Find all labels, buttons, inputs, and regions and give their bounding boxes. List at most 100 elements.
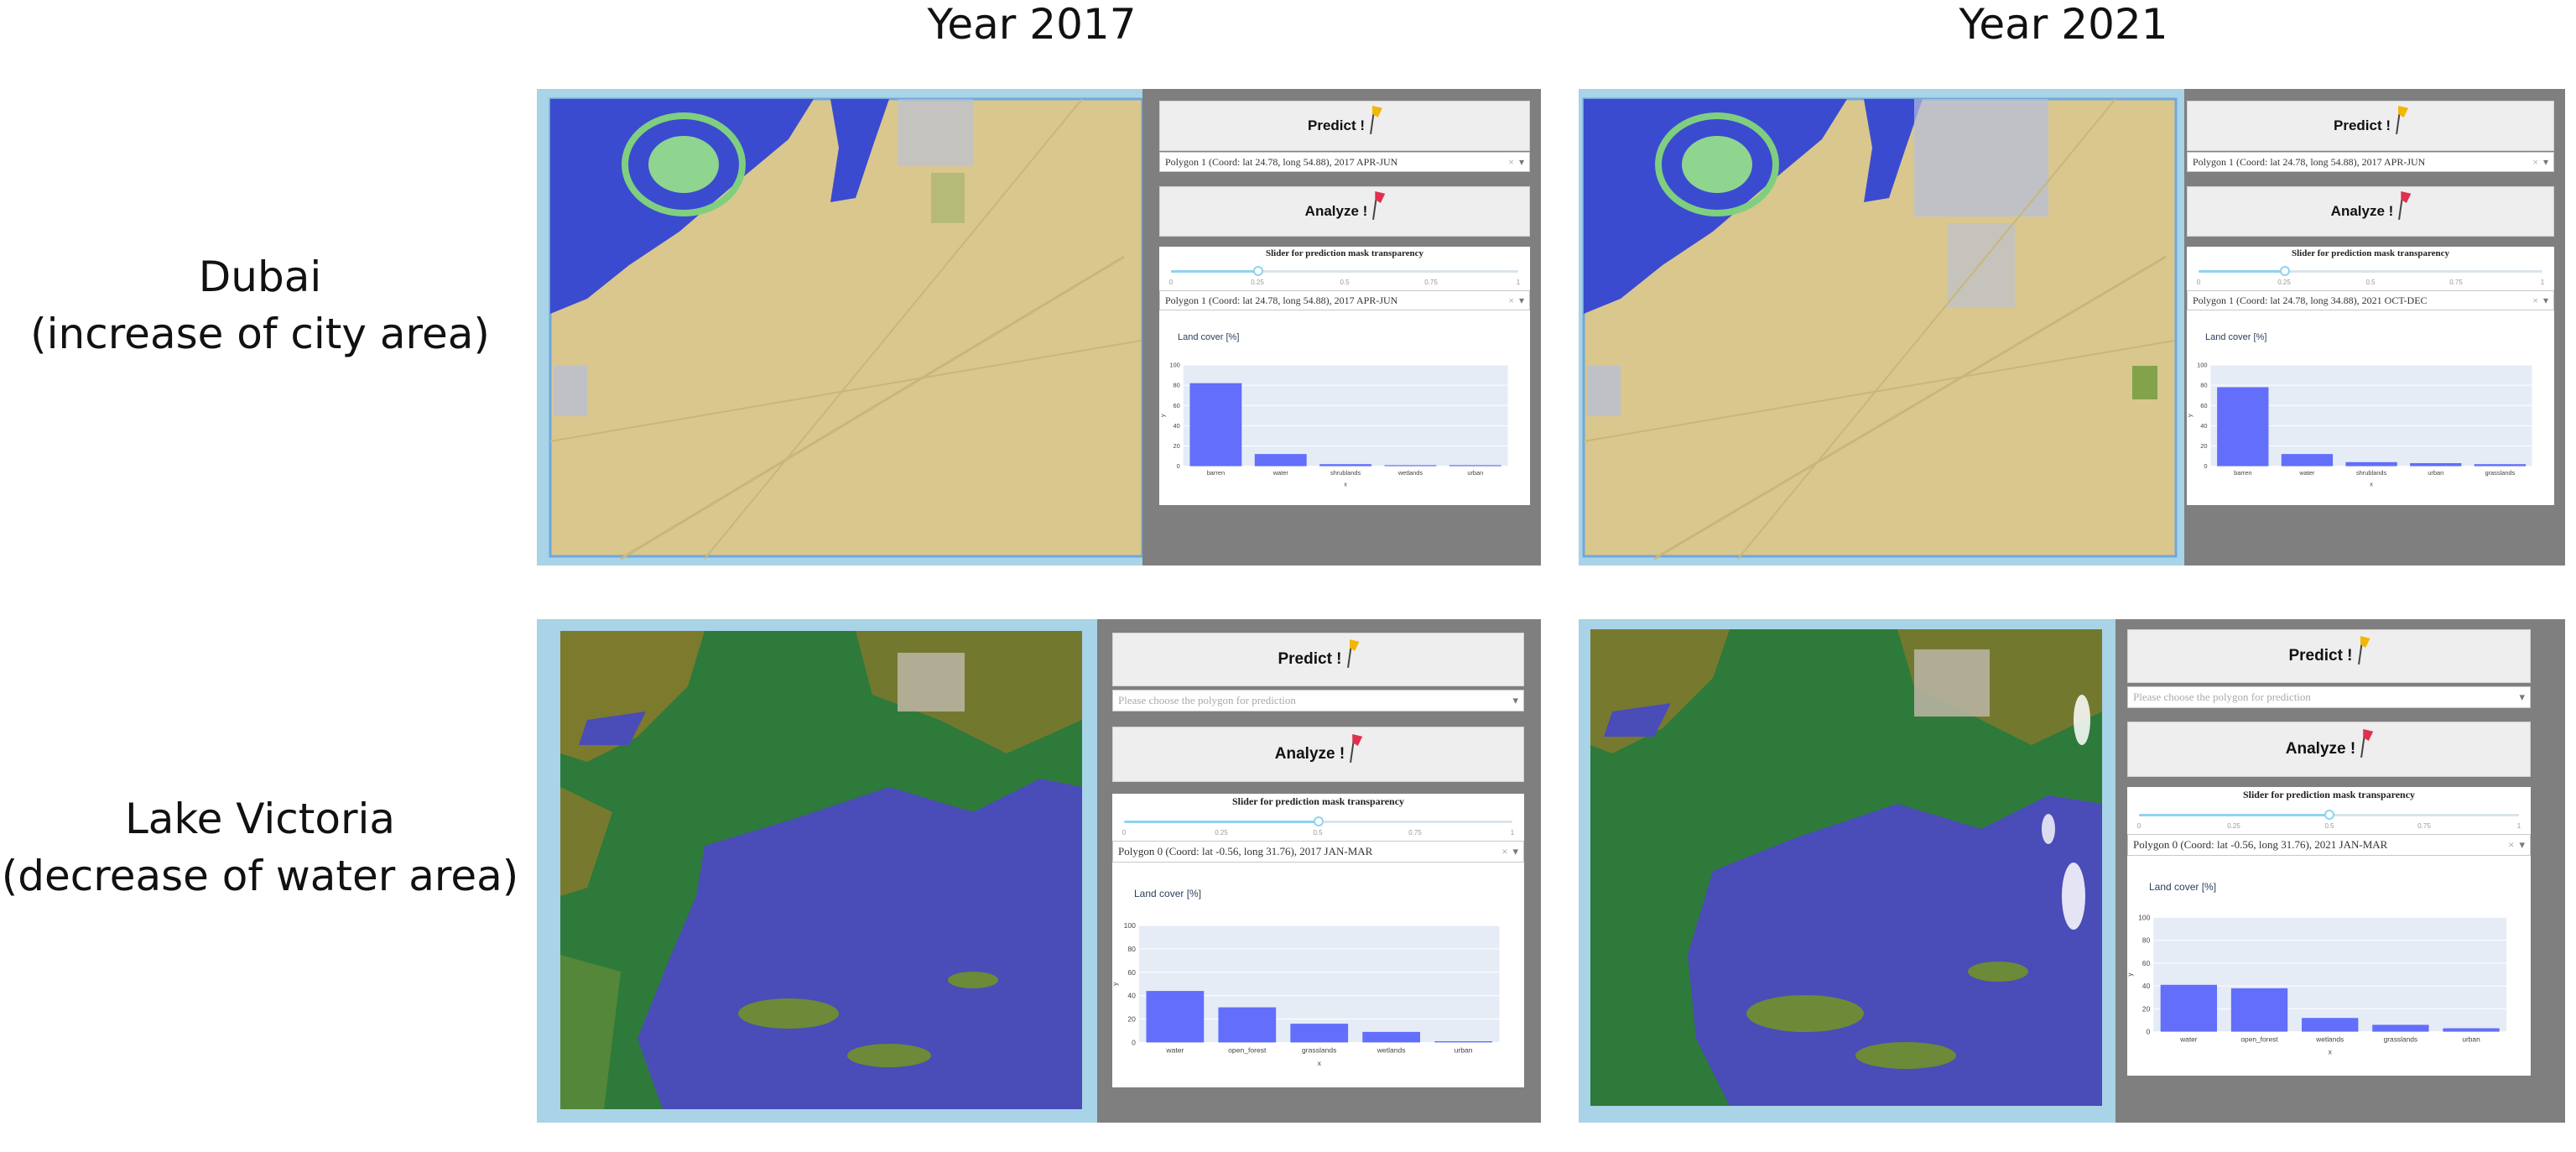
analysis-polygon-dropdown[interactable]: Polygon 1 (Coord: lat 24.78, long 54.88)… [1159,290,1530,310]
chevron-down-icon[interactable]: ▾ [1512,845,1518,858]
predict-button[interactable]: Predict ! [1159,101,1530,151]
slider-fill [1171,270,1258,273]
transparency-slider-block: Slider for prediction mask transparency … [1112,794,1524,841]
clear-icon[interactable]: × [2532,295,2538,307]
bar-grasslands [1290,1024,1349,1043]
chevron-down-icon[interactable]: ▾ [2543,156,2548,169]
y-tick-label: 40 [1127,992,1136,1000]
polygon-select-dropdown[interactable]: Polygon 1 (Coord: lat 24.78, long 54.88)… [2187,152,2554,172]
bar-water [1254,454,1307,467]
land-cover-chart: Land cover [%] 0 20 40 60 80 100 barren water sh… [1159,310,1530,505]
bar-wetlands [1362,1031,1421,1043]
polygon-select-value: Polygon 1 (Coord: lat 24.78, long 54.88)… [1165,155,1398,168]
clear-icon[interactable]: × [1508,156,1514,169]
y-tick-label: 100 [2197,362,2207,369]
clear-icon[interactable]: × [2508,838,2514,852]
satellite-map-victoria-2017[interactable] [537,619,1097,1123]
chart-svg: 0 20 40 60 80 100 water open_forest grasslands we… [1112,921,1500,1067]
slider-track[interactable] [1171,266,1518,276]
row-label-dubai-subtitle: (increase of city area) [30,310,490,358]
analyze-button[interactable]: Analyze ! [2127,722,2531,777]
slider-tick: 1 [1516,279,1521,286]
analysis-polygon-dropdown[interactable]: Polygon 0 (Coord: lat -0.56, long 31.76)… [1112,841,1524,863]
analyze-button[interactable]: Analyze ! [2187,186,2554,237]
clear-icon[interactable]: × [1501,845,1507,858]
slider-tick: 1 [1510,829,1515,837]
bar-open_forest [1218,1007,1277,1043]
slider-tick: 0.75 [1408,829,1422,837]
x-tick-label: water [2298,469,2315,477]
x-tick-label: urban [2428,469,2443,477]
x-tick-label: shrublands [1330,469,1361,477]
x-tick-label: water [1272,469,1289,477]
bar-urban [2410,462,2462,467]
slider-tick: 0.25 [2277,279,2291,286]
analysis-polygon-dropdown[interactable]: Polygon 1 (Coord: lat 24.78, long 34.88)… [2187,290,2554,310]
bar-shrublands [1319,464,1372,467]
y-axis-label: y [2187,414,2194,417]
chevron-down-icon[interactable]: ▾ [2543,295,2548,307]
bar-urban [1449,465,1501,467]
transparency-slider-block: Slider for prediction mask transparency … [2127,787,2531,834]
satellite-map-victoria-2021[interactable] [1579,619,2115,1123]
bar-grasslands [2474,464,2527,467]
chevron-down-icon[interactable]: ▾ [1519,295,1524,307]
y-tick-label: 20 [1173,442,1179,450]
slider-handle[interactable] [2279,266,2290,276]
slider-tick: 0 [1168,279,1174,286]
slider-tick: 1 [2540,279,2545,286]
row-label-victoria-subtitle: (decrease of water area) [1,852,519,900]
column-title-2017: Year 2017 [927,0,1137,49]
app-panel-victoria-2021: Predict ! Please choose the polygon for … [1579,619,2565,1123]
chevron-down-icon[interactable]: ▾ [1519,156,1524,169]
y-tick-label: 20 [2142,1004,2151,1013]
slider-handle[interactable] [2324,810,2334,820]
slider-track[interactable] [2199,266,2542,276]
slider-handle[interactable] [1313,816,1324,826]
polygon-select-dropdown[interactable]: Please choose the polygon for prediction… [1112,690,1524,712]
analysis-polygon-dropdown[interactable]: Polygon 0 (Coord: lat -0.56, long 31.76)… [2127,834,2531,856]
clear-icon[interactable]: × [1508,295,1514,307]
polygon-select-placeholder: Please choose the polygon for prediction [2133,691,2311,703]
predict-button-label: Predict ! [1307,117,1366,133]
slider-title: Slider for prediction mask transparency [1265,248,1424,258]
chevron-down-icon[interactable]: ▾ [2519,838,2525,852]
row-label-dubai-name: Dubai [198,253,322,301]
x-tick-label: grasslands [2384,1035,2418,1043]
analysis-polygon-value: Polygon 0 (Coord: lat -0.56, long 31.76)… [1118,845,1373,857]
analyze-button-label: Analyze ! [2285,740,2356,758]
predict-button[interactable]: Predict ! [2127,629,2531,683]
y-tick-label: 0 [2204,462,2207,470]
predict-button[interactable]: Predict ! [2187,101,2554,151]
analyze-button[interactable]: Analyze ! [1159,186,1530,237]
chevron-down-icon[interactable]: ▾ [1512,694,1518,707]
polygon-select-dropdown[interactable]: Please choose the polygon for prediction… [2127,686,2531,708]
slider-tick: 0 [2196,279,2201,286]
slider-tick: 0.5 [1313,829,1323,837]
row-label-victoria: Lake Victoria (decrease of water area) [0,790,520,904]
slider-tick: 1 [2516,822,2521,830]
slider-tick: 0.25 [1215,829,1228,837]
satellite-map-dubai-2017[interactable] [537,89,1142,566]
slider-handle[interactable] [1252,266,1263,276]
predict-button[interactable]: Predict ! [1112,633,1524,686]
y-tick-label: 40 [2200,422,2207,430]
land-cover-chart: Land cover [%] 0 20 40 60 80 100 water open_for… [1112,863,1524,1087]
bar-urban [2443,1028,2500,1032]
red-flag-icon [1350,734,1363,764]
bar-water [2281,454,2334,467]
row-label-dubai: Dubai (increase of city area) [0,248,520,362]
satellite-map-dubai-2021[interactable] [1579,89,2184,566]
polygon-select-dropdown[interactable]: Polygon 1 (Coord: lat 24.78, long 54.88)… [1159,152,1530,172]
analyze-button[interactable]: Analyze ! [1112,727,1524,782]
slider-track[interactable] [1124,816,1512,826]
x-tick-label: water [2179,1035,2198,1043]
control-sidebar: Predict ! Polygon 1 (Coord: lat 24.78, l… [2187,89,2565,566]
chevron-down-icon[interactable]: ▾ [2519,691,2525,704]
slider-track[interactable] [2139,810,2519,820]
clear-icon[interactable]: × [2532,156,2538,169]
x-tick-label: barren [2234,469,2251,477]
x-tick-label: wetlands [1397,469,1423,477]
y-tick-label: 80 [2200,382,2207,389]
y-tick-label: 80 [1127,945,1136,953]
